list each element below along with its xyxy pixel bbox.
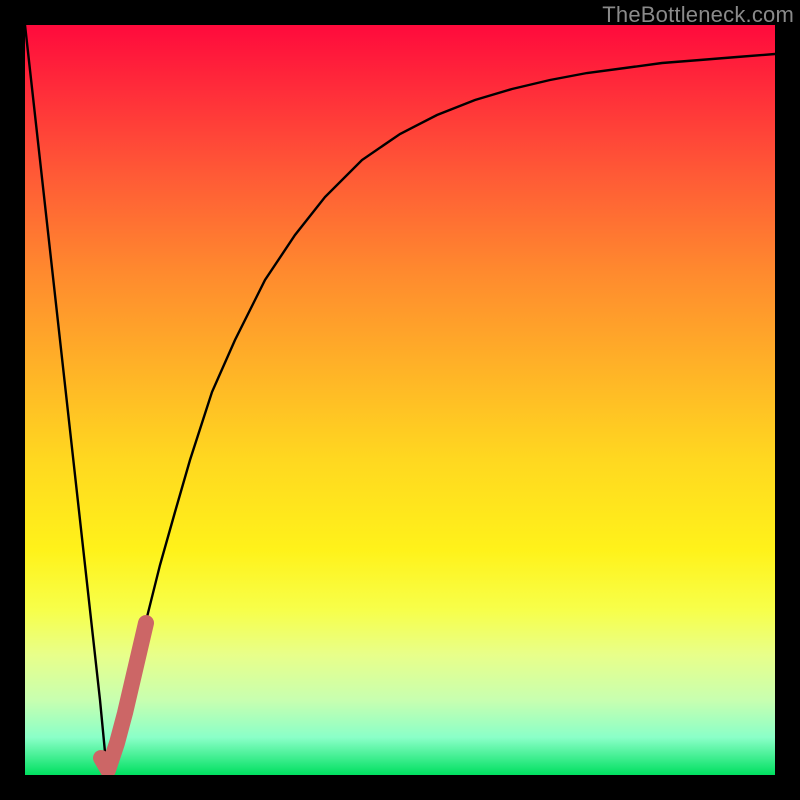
chart-frame: TheBottleneck.com <box>0 0 800 800</box>
chart-svg <box>25 25 775 775</box>
plot-area <box>25 25 775 775</box>
highlight-segment-line <box>101 623 146 770</box>
